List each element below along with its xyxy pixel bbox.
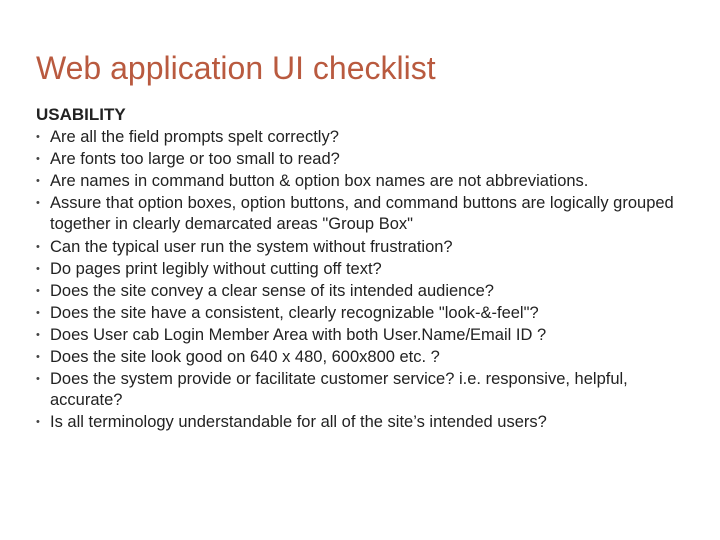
list-item: Are names in command button & option box… xyxy=(36,171,684,192)
slide: Web application UI checklist USABILITY A… xyxy=(0,0,720,455)
list-item: Does the system provide or facilitate cu… xyxy=(36,369,684,411)
checklist: Are all the field prompts spelt correctl… xyxy=(36,127,684,434)
list-item: Do pages print legibly without cutting o… xyxy=(36,259,684,280)
list-item: Does the site convey a clear sense of it… xyxy=(36,281,684,302)
list-item: Does User cab Login Member Area with bot… xyxy=(36,325,684,346)
list-item: Does the site have a consistent, clearly… xyxy=(36,303,684,324)
list-item: Does the site look good on 640 x 480, 60… xyxy=(36,347,684,368)
section-heading: USABILITY xyxy=(36,105,684,125)
list-item: Assure that option boxes, option buttons… xyxy=(36,193,684,235)
list-item: Are fonts too large or too small to read… xyxy=(36,149,684,170)
slide-title: Web application UI checklist xyxy=(36,50,684,87)
list-item: Is all terminology understandable for al… xyxy=(36,412,684,433)
list-item: Can the typical user run the system with… xyxy=(36,237,684,258)
list-item: Are all the field prompts spelt correctl… xyxy=(36,127,684,148)
